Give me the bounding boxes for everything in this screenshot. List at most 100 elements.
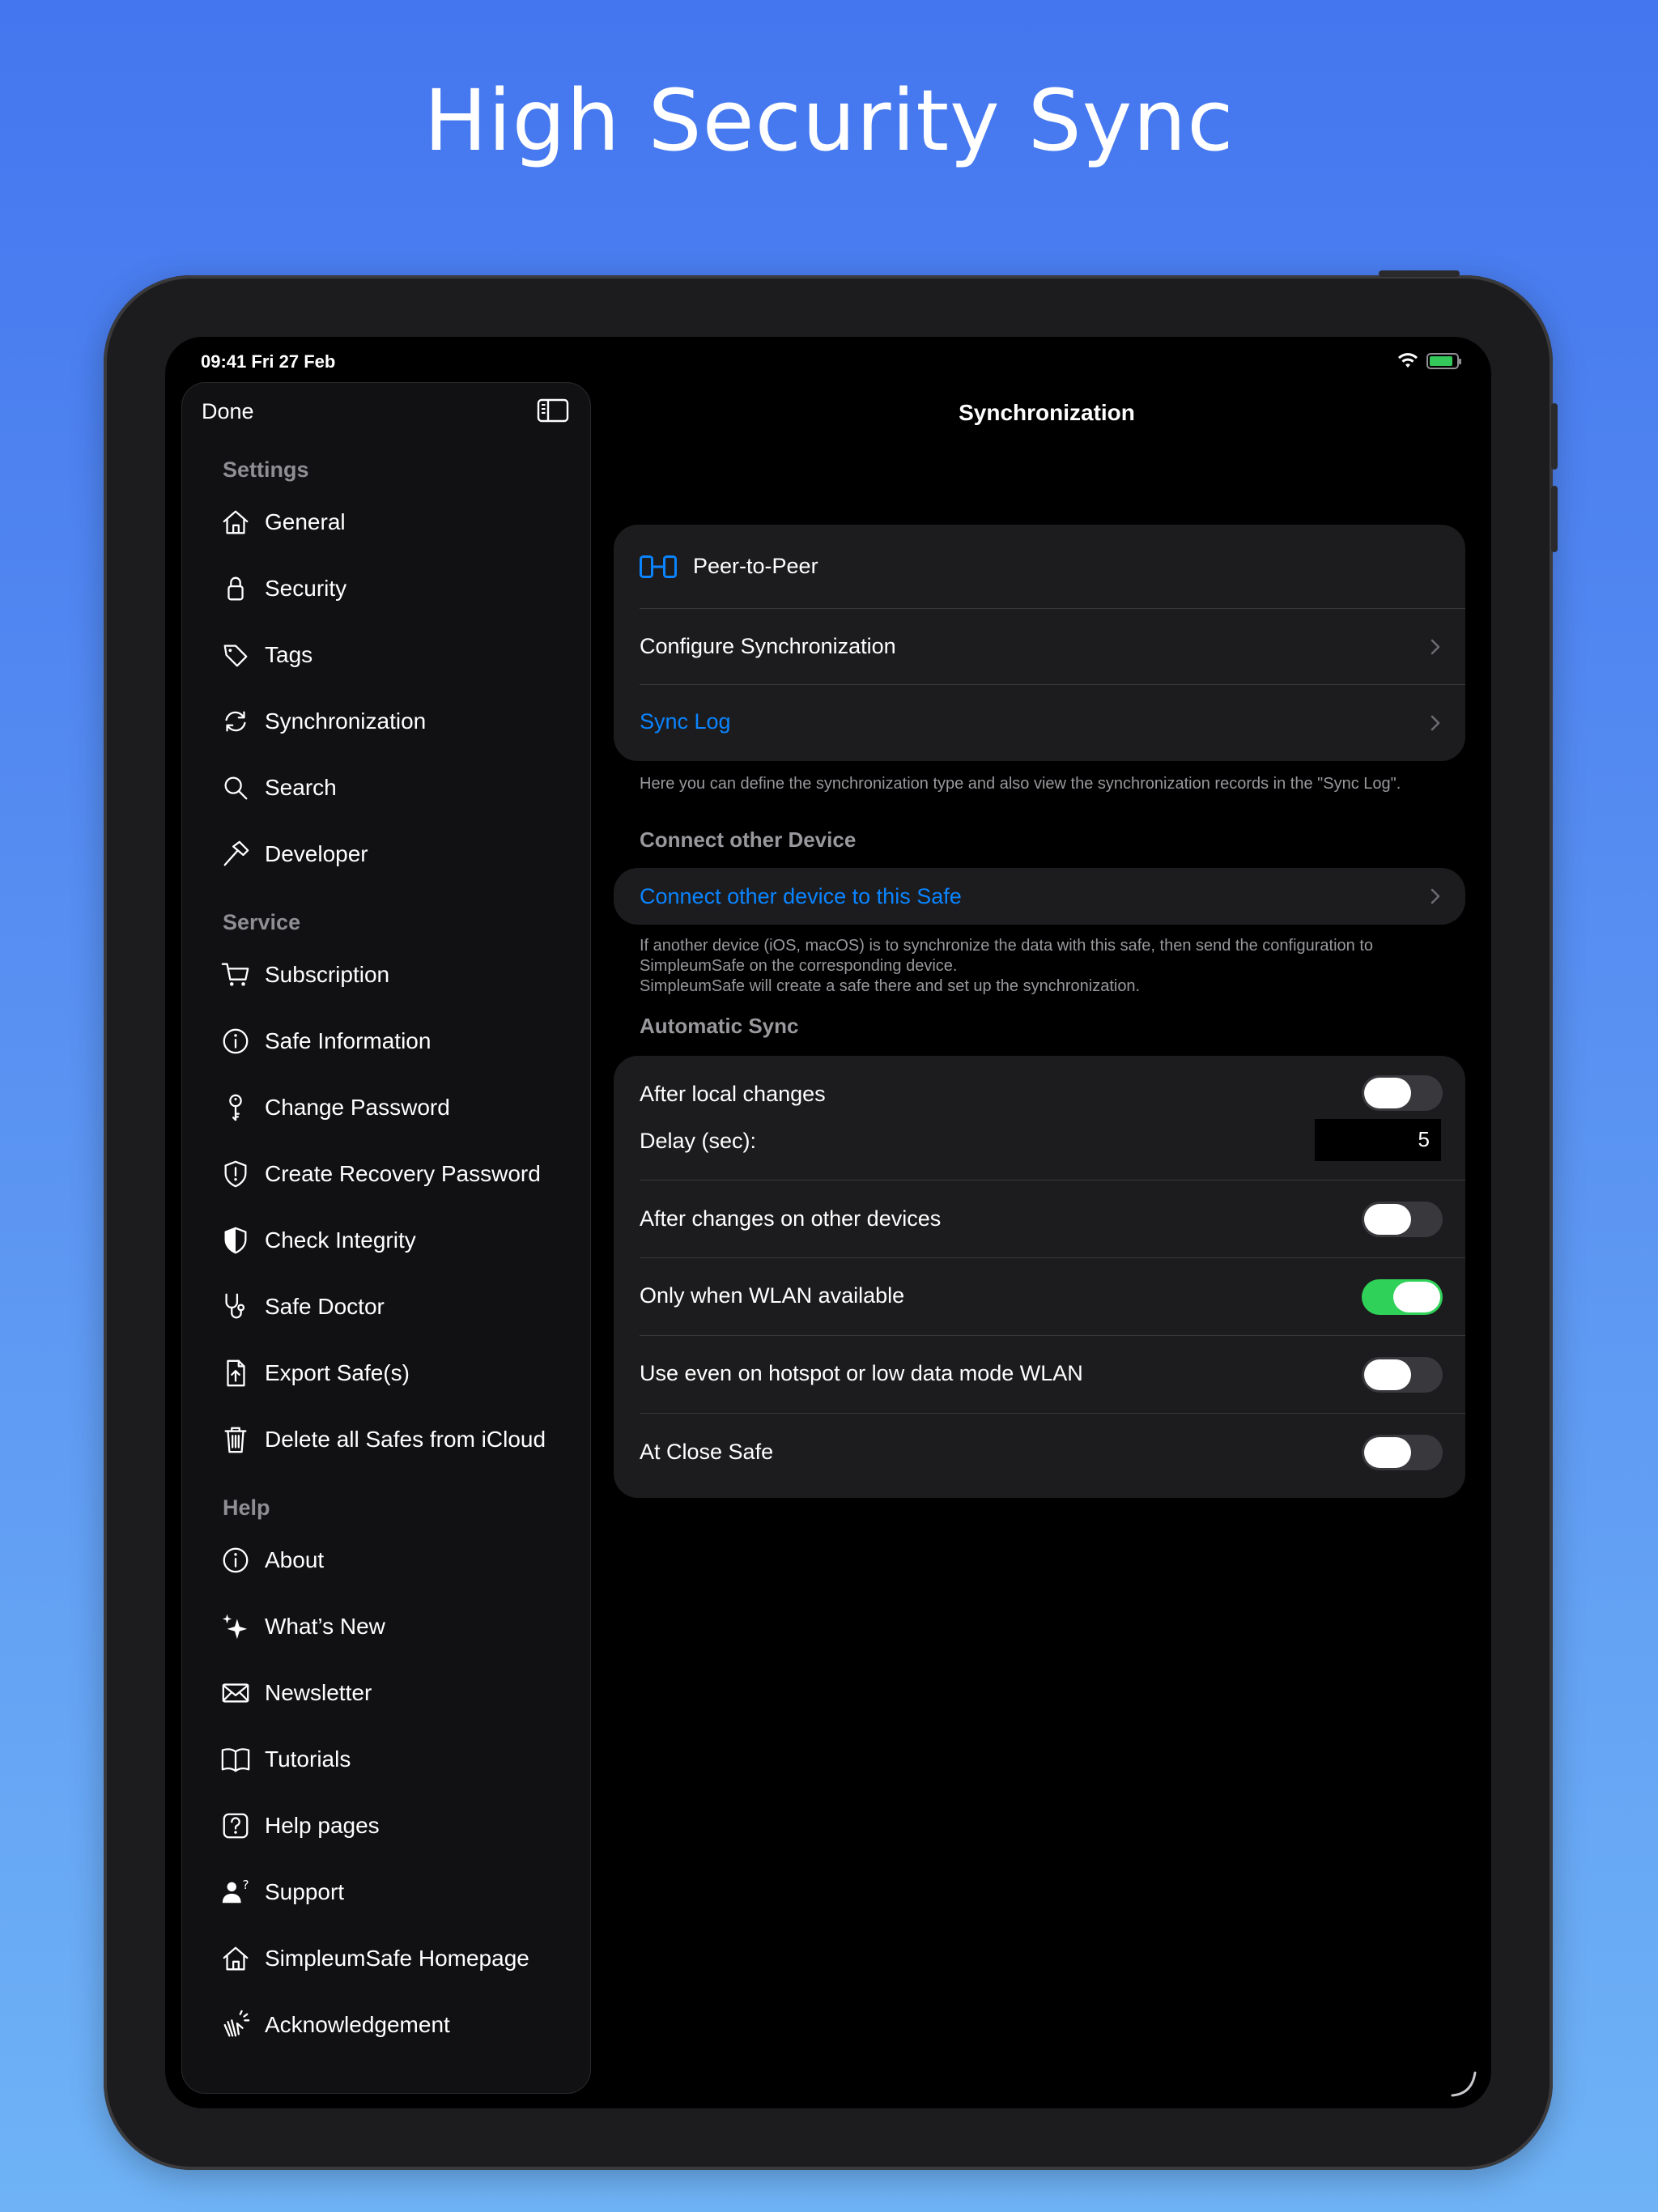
sidebar-item-about[interactable]: About: [182, 1527, 590, 1593]
sidebar-item-developer[interactable]: Developer: [182, 821, 590, 887]
wlan-label: Only when WLAN available: [640, 1283, 905, 1308]
status-icons: [1397, 353, 1461, 369]
sidebar-item-security[interactable]: Security: [182, 555, 590, 622]
sidebar-item-label: Subscription: [265, 962, 390, 987]
sidebar-item-label: Acknowledgement: [265, 2012, 450, 2037]
toggle-knob: [1393, 1282, 1440, 1312]
house-icon: [219, 1942, 252, 1975]
sidebar-item-what-s-new[interactable]: What’s New: [182, 1593, 590, 1660]
connect-footnote: If another device (iOS, macOS) is to syn…: [640, 936, 1449, 997]
sync-log-row[interactable]: Sync Log: [614, 685, 1465, 761]
toggle-knob: [1364, 1078, 1411, 1108]
configure-sync-row[interactable]: Configure Synchronization: [614, 609, 1465, 685]
cart-icon: [219, 959, 252, 991]
close-safe-toggle[interactable]: [1362, 1435, 1443, 1470]
page-title: Synchronization: [959, 400, 1135, 425]
hotspot-toggle[interactable]: [1362, 1357, 1443, 1393]
after-other-label: After changes on other devices: [640, 1206, 942, 1231]
sidebar-item-change-password[interactable]: Change Password: [182, 1074, 590, 1141]
peer-to-peer-icon: [640, 555, 677, 578]
sidebar-item-support[interactable]: ? Support: [182, 1859, 590, 1925]
sidebar-item-safe-information[interactable]: Safe Information: [182, 1008, 590, 1074]
done-button[interactable]: Done: [202, 399, 254, 424]
wlan-toggle[interactable]: [1362, 1279, 1443, 1315]
ipad-frame: 09:41 Fri 27 Feb Done Settings General S…: [104, 270, 1558, 2170]
volume-up-button: [1551, 403, 1558, 470]
sidebar-item-label: SimpleumSafe Homepage: [265, 1946, 529, 1971]
sidebar-item-label: Tags: [265, 642, 313, 667]
sidebar-list: Settings General Security Tags Synchroni…: [182, 448, 590, 2058]
hotspot-row: Use even on hotspot or low data mode WLA…: [614, 1336, 1465, 1414]
sidebar-item-label: What’s New: [265, 1614, 385, 1639]
sidebar-item-delete-all-safes-from-icloud[interactable]: Delete all Safes from iCloud: [182, 1406, 590, 1473]
connect-footnote-line-1: If another device (iOS, macOS) is to syn…: [640, 937, 1374, 975]
delay-label: Delay (sec):: [640, 1129, 757, 1153]
book-icon: [219, 1743, 252, 1776]
sidebar-item-label: Help pages: [265, 1813, 380, 1838]
sync-icon: [219, 705, 252, 738]
sidebar-item-tags[interactable]: Tags: [182, 622, 590, 688]
auto-sync-section-header: Automatic Sync: [640, 1014, 799, 1038]
sidebar-item-label: Create Recovery Password: [265, 1161, 541, 1186]
sidebar-item-label: Security: [265, 576, 347, 601]
resize-handle-icon[interactable]: [1448, 2068, 1480, 2100]
peer-to-peer-row: Peer-to-Peer: [614, 525, 1465, 609]
sidebar-item-check-integrity[interactable]: Check Integrity: [182, 1207, 590, 1274]
envelope-icon: [219, 1677, 252, 1709]
after-other-row: After changes on other devices: [614, 1180, 1465, 1258]
after-other-toggle[interactable]: [1362, 1202, 1443, 1237]
sync-log-label[interactable]: Sync Log: [640, 709, 731, 734]
sidebar-item-label: General: [265, 509, 346, 534]
sidebar: Done Settings General Security Tags Sync…: [181, 382, 591, 2094]
tag-icon: [219, 639, 252, 671]
sidebar-item-label: Tutorials: [265, 1746, 351, 1772]
sidebar-item-search[interactable]: Search: [182, 755, 590, 821]
sidebar-item-tutorials[interactable]: Tutorials: [182, 1726, 590, 1793]
sidebar-item-label: Support: [265, 1879, 345, 1904]
sidebar-toggle-icon[interactable]: [537, 398, 569, 423]
battery-charging-icon: [1426, 353, 1461, 369]
question-icon: [219, 1810, 252, 1842]
connect-device-row[interactable]: Connect other device to this Safe: [614, 868, 1465, 925]
chevron-right-icon: [1431, 639, 1440, 655]
sidebar-item-label: Developer: [265, 841, 368, 866]
toggle-knob: [1364, 1437, 1411, 1468]
sidebar-item-label: Synchronization: [265, 708, 427, 734]
headline: High Security Sync: [423, 71, 1235, 170]
status-time: 09:41 Fri 27 Feb: [201, 351, 336, 372]
sidebar-item-help-pages[interactable]: Help pages: [182, 1793, 590, 1859]
sidebar-item-synchronization[interactable]: Synchronization: [182, 688, 590, 755]
svg-text:?: ?: [243, 1878, 249, 1892]
close-safe-row: At Close Safe: [614, 1414, 1465, 1498]
sidebar-section-header: Help: [223, 1495, 270, 1520]
after-local-toggle[interactable]: [1362, 1075, 1443, 1111]
sync-footnote: Here you can define the synchronization …: [640, 775, 1401, 793]
clapping-hands-icon: [219, 2009, 252, 2041]
export-doc-icon: [219, 1357, 252, 1389]
sidebar-item-label: Newsletter: [265, 1680, 372, 1705]
sidebar-item-create-recovery-password[interactable]: Create Recovery Password: [182, 1141, 590, 1207]
sidebar-item-subscription[interactable]: Subscription: [182, 942, 590, 1008]
sparkles-icon: [219, 1610, 252, 1643]
hotspot-label: Use even on hotspot or low data mode WLA…: [640, 1361, 1083, 1385]
after-local-row: After local changes Delay (sec): 5: [614, 1056, 1465, 1180]
sidebar-item-label: Safe Doctor: [265, 1294, 385, 1319]
sidebar-item-acknowledgement[interactable]: Acknowledgement: [182, 1992, 590, 2058]
sidebar-item-label: Export Safe(s): [265, 1360, 410, 1385]
sidebar-item-safe-doctor[interactable]: Safe Doctor: [182, 1274, 590, 1340]
trash-icon: [219, 1423, 252, 1456]
connect-section-header: Connect other Device: [640, 827, 857, 852]
sidebar-item-simpleumsafe-homepage[interactable]: SimpleumSafe Homepage: [182, 1925, 590, 1992]
sync-mode-group: Peer-to-Peer Configure Synchronization S…: [614, 525, 1465, 761]
sidebar-header: Done: [182, 383, 590, 448]
sidebar-item-label: Delete all Safes from iCloud: [265, 1427, 546, 1452]
sidebar-item-export-safe-s[interactable]: Export Safe(s): [182, 1340, 590, 1406]
connect-device-label[interactable]: Connect other device to this Safe: [640, 884, 962, 909]
delay-input[interactable]: 5: [1315, 1119, 1441, 1161]
sidebar-item-newsletter[interactable]: Newsletter: [182, 1660, 590, 1726]
person-question-icon: ?: [219, 1876, 252, 1908]
top-button: [1379, 270, 1460, 277]
sidebar-section-header: Settings: [223, 457, 309, 482]
sidebar-item-general[interactable]: General: [182, 489, 590, 555]
wlan-row: Only when WLAN available: [614, 1258, 1465, 1336]
